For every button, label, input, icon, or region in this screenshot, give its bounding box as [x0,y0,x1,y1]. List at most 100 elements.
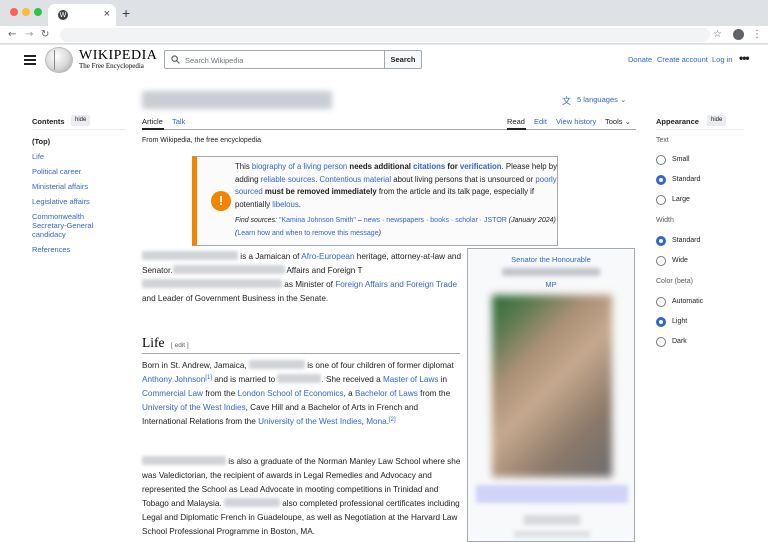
citations-link[interactable]: citations [413,162,445,171]
biography-link[interactable]: biography of a living person [252,162,347,171]
portrait-image[interactable] [492,295,612,477]
more-options-icon[interactable]: ••• [739,51,750,65]
master-of-laws-link[interactable]: Master of Laws [383,375,439,384]
log-in-link[interactable]: Log in [712,55,732,64]
ministry-link[interactable]: Foreign Affairs and Foreign Trade [335,280,457,289]
search-button[interactable]: Search [384,50,422,69]
toc-item-political-career[interactable]: Political career [32,167,132,176]
redacted-name [277,374,322,383]
radio-button[interactable] [656,337,666,347]
tab-read[interactable]: Read [507,117,525,126]
reload-icon[interactable]: ↻ [41,27,49,43]
find-scholar-link[interactable]: scholar [455,217,478,224]
color-dark-option[interactable]: Dark [656,337,746,349]
learn-remove-link[interactable]: Learn how and when to remove this messag… [237,230,378,237]
toc-divider [32,129,126,130]
page-title-blurred [142,91,332,109]
radio-button[interactable] [656,155,666,165]
find-news-link[interactable]: news [364,217,380,224]
address-input[interactable] [60,28,710,42]
color-automatic-option[interactable]: Automatic [656,297,746,309]
main-menu-icon[interactable] [24,55,36,65]
tab-article[interactable]: Article [142,117,163,126]
infobox-mp-link[interactable]: MP [468,280,634,289]
infobox: Senator the Honourable MP [467,248,635,542]
create-account-link[interactable]: Create account [657,55,708,64]
text-size-small-option[interactable]: Small [656,155,746,167]
search-box[interactable] [164,50,385,69]
donate-link[interactable]: Donate [628,55,652,64]
tab-edit[interactable]: Edit [534,117,547,126]
reliable-sources-link[interactable]: reliable sources [261,175,316,184]
browser-menu-icon[interactable]: ⋮ [752,27,762,43]
contentious-material-link[interactable]: Contentious material [320,175,392,184]
reference-1-link[interactable]: [1] [205,375,212,381]
verification-link[interactable]: verification [460,162,502,171]
back-arrow-icon[interactable]: ← [8,27,16,43]
infobox-text-blurred [524,515,580,525]
color-light-option[interactable]: Light [656,317,746,329]
toc-item-ministerial-affairs[interactable]: Ministerial affairs [32,182,132,191]
radio-button-selected[interactable] [656,175,666,185]
section-edit-link[interactable]: [ edit ] [171,342,189,349]
text-size-large-option[interactable]: Large [656,195,746,207]
tools-dropdown[interactable]: Tools ⌄ [605,117,631,126]
infobox-honorific[interactable]: Senator the Honourable [468,255,634,264]
redacted-text [172,265,285,274]
toc-item-life[interactable]: Life [32,152,132,161]
uwi-mona-link[interactable]: University of the West Indies [258,417,362,426]
tab-talk[interactable]: Talk [172,117,185,126]
browser-tab[interactable]: W × [48,4,116,26]
logo-tagline: The Free Encyclopedia [79,62,144,70]
section-heading-life: Life [142,335,165,350]
toc-hide-button[interactable]: hide [71,115,91,126]
text-size-standard-option[interactable]: Standard [656,175,746,187]
wikipedia-globe-logo-icon[interactable] [45,47,73,73]
radio-button-selected[interactable] [656,317,666,327]
active-tab-indicator [142,128,164,130]
tabs-divider [142,129,636,130]
toc-item-references[interactable]: References [32,245,132,254]
infobox-text-blurred [514,531,590,537]
language-icon[interactable]: 文 [562,94,571,107]
minimize-window-button[interactable] [22,8,30,16]
mona-link[interactable]: Mona [366,417,386,426]
maximize-window-button[interactable] [34,8,42,16]
color-label: Color (beta) [656,278,693,285]
libelous-link[interactable]: libelous [272,200,298,209]
toc-item-top[interactable]: (Top) [32,137,132,146]
radio-button[interactable] [656,256,666,266]
profile-avatar-icon[interactable] [733,29,744,40]
section-divider [142,353,460,354]
find-books-link[interactable]: books [430,217,449,224]
width-standard-option[interactable]: Standard [656,236,746,248]
lse-link[interactable]: London School of Economics [238,389,344,398]
appearance-hide-button[interactable]: hide [707,115,727,126]
search-input[interactable] [185,53,381,67]
radio-button-selected[interactable] [656,236,666,246]
anthony-johnson-link[interactable]: Anthony Johnson [142,375,205,384]
notice-text: This biography of a living person needs … [235,162,558,209]
redacted-name [223,498,280,507]
find-query-link[interactable]: "Kamina Johnson Smith" [279,217,356,224]
wikipedia-favicon-icon: W [58,10,68,20]
new-tab-button[interactable]: + [122,5,130,21]
bookmark-star-icon[interactable]: ☆ [713,27,722,43]
radio-button[interactable] [656,297,666,307]
bachelor-of-laws-link[interactable]: Bachelor of Laws [355,389,418,398]
uwi-link[interactable]: University of the West Indies [142,403,246,412]
reference-2-link[interactable]: [2] [389,417,396,423]
find-newspapers-link[interactable]: newspapers [386,217,424,224]
forward-arrow-icon[interactable]: → [25,27,33,43]
toc-item-legislative-affairs[interactable]: Legislative affairs [32,197,132,206]
width-wide-option[interactable]: Wide [656,256,746,268]
tab-view-history[interactable]: View history [556,117,596,126]
toc-item-commonwealth-candidacy[interactable]: Commonwealth Secretary-General candidacy [32,212,112,239]
radio-button[interactable] [656,195,666,205]
tab-close-icon[interactable]: × [104,7,110,21]
commercial-law-link[interactable]: Commercial Law [142,389,203,398]
afro-european-link[interactable]: Afro-European [301,252,354,261]
close-window-button[interactable] [10,8,18,16]
languages-button[interactable]: 5 languages ⌄ [577,95,626,104]
find-jstor-link[interactable]: JSTOR [484,217,507,224]
